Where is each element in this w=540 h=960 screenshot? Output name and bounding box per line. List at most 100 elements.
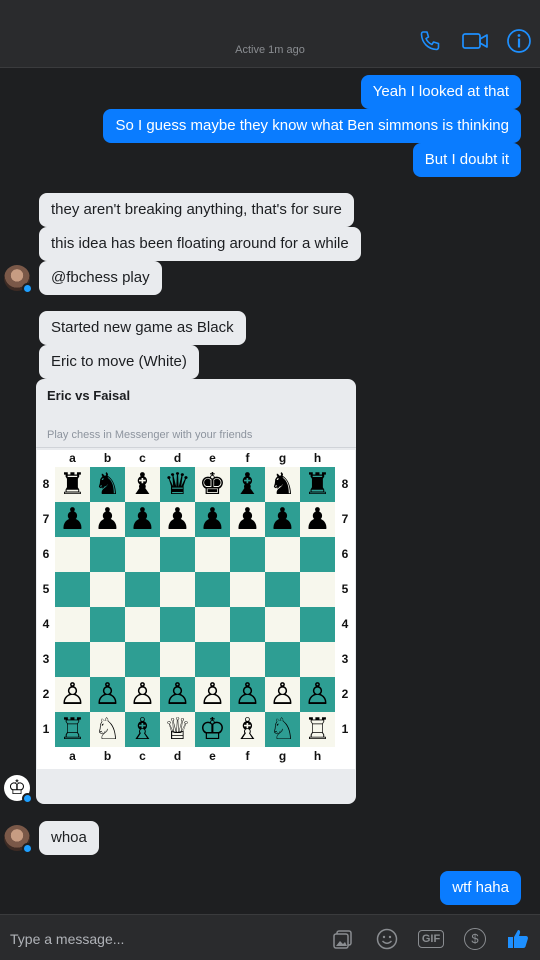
chessboard[interactable]: ♜ ♞ ♝ ♛ ♚ ♝ ♞ ♜ ♟ ♟ ♟ ♟ ♟ ♟ ♟ ♟ ♙ ♙ ♙ ♙ ♙ ♙ ♙ ♙ ♖ ♘ ♗ ♕ ♔ ♗ ♘ ♖ xyxy=(55,467,335,747)
rank-label: 7 xyxy=(42,512,50,526)
board-square-a2[interactable]: ♙ xyxy=(55,677,90,712)
bot-message[interactable]: Eric to move (White) xyxy=(39,345,199,379)
video-camera-icon[interactable] xyxy=(460,26,490,56)
rank-label: 1 xyxy=(42,722,50,736)
board-square-g1[interactable]: ♘ xyxy=(265,712,300,747)
board-square-a3[interactable] xyxy=(55,642,90,677)
outgoing-message[interactable]: But I doubt it xyxy=(412,143,521,177)
chess-bot-avatar[interactable]: ♔ xyxy=(4,775,33,804)
rank-label: 8 xyxy=(42,477,50,491)
like-icon[interactable] xyxy=(506,927,530,951)
board-square-f2[interactable]: ♙ xyxy=(230,677,265,712)
rank-label: 2 xyxy=(42,687,50,701)
sender-avatar[interactable] xyxy=(4,265,33,294)
board-square-a5[interactable] xyxy=(55,572,90,607)
board-square-e1[interactable]: ♔ xyxy=(195,712,230,747)
dollar-icon[interactable]: $ xyxy=(463,927,487,951)
rank-label: 1 xyxy=(341,722,349,736)
board-square-c5[interactable] xyxy=(125,572,160,607)
board-square-e3[interactable] xyxy=(195,642,230,677)
board-square-f3[interactable] xyxy=(230,642,265,677)
board-square-a6[interactable] xyxy=(55,537,90,572)
game-title: Eric vs Faisal xyxy=(47,388,131,403)
board-square-b8[interactable]: ♞ xyxy=(90,467,125,502)
board-square-e7[interactable]: ♟ xyxy=(195,502,230,537)
outgoing-message[interactable]: wtf haha xyxy=(440,871,521,905)
board-square-c7[interactable]: ♟ xyxy=(125,502,160,537)
board-square-f7[interactable]: ♟ xyxy=(230,502,265,537)
board-square-a7[interactable]: ♟ xyxy=(55,502,90,537)
board-square-f6[interactable] xyxy=(230,537,265,572)
board-square-h3[interactable] xyxy=(300,642,335,677)
incoming-message[interactable]: whoa xyxy=(39,821,99,855)
board-square-e6[interactable] xyxy=(195,537,230,572)
board-square-c4[interactable] xyxy=(125,607,160,642)
messenger-badge-icon xyxy=(22,793,33,804)
board-square-d5[interactable] xyxy=(160,572,195,607)
board-square-g6[interactable] xyxy=(265,537,300,572)
board-square-c6[interactable] xyxy=(125,537,160,572)
file-label: d xyxy=(173,749,182,763)
board-square-g2[interactable]: ♙ xyxy=(265,677,300,712)
message-input[interactable]: Type a message... xyxy=(10,931,124,947)
incoming-message[interactable]: @fbchess play xyxy=(39,261,162,295)
board-square-b2[interactable]: ♙ xyxy=(90,677,125,712)
board-square-b5[interactable] xyxy=(90,572,125,607)
board-square-e4[interactable] xyxy=(195,607,230,642)
board-square-d4[interactable] xyxy=(160,607,195,642)
board-square-a1[interactable]: ♖ xyxy=(55,712,90,747)
board-square-c1[interactable]: ♗ xyxy=(125,712,160,747)
board-square-f4[interactable] xyxy=(230,607,265,642)
outgoing-message[interactable]: So I guess maybe they know what Ben simm… xyxy=(103,109,521,143)
board-square-a4[interactable] xyxy=(55,607,90,642)
board-square-g7[interactable]: ♟ xyxy=(265,502,300,537)
board-square-a8[interactable]: ♜ xyxy=(55,467,90,502)
board-square-e8[interactable]: ♚ xyxy=(195,467,230,502)
board-square-d6[interactable] xyxy=(160,537,195,572)
active-status: Active 1m ago xyxy=(235,44,305,56)
board-square-h1[interactable]: ♖ xyxy=(300,712,335,747)
board-square-c2[interactable]: ♙ xyxy=(125,677,160,712)
board-square-g8[interactable]: ♞ xyxy=(265,467,300,502)
chess-game-card[interactable]: Eric vs Faisal Play chess in Messenger w… xyxy=(36,379,356,804)
outgoing-message[interactable]: Yeah I looked at that xyxy=(360,75,521,109)
board-square-b4[interactable] xyxy=(90,607,125,642)
phone-icon[interactable] xyxy=(415,26,445,56)
board-square-h6[interactable] xyxy=(300,537,335,572)
board-square-h4[interactable] xyxy=(300,607,335,642)
board-square-f8[interactable]: ♝ xyxy=(230,467,265,502)
sender-avatar[interactable] xyxy=(4,825,33,854)
rank-labels-right: 8 7 6 5 4 3 2 1 xyxy=(336,467,354,747)
board-square-f5[interactable] xyxy=(230,572,265,607)
board-square-d2[interactable]: ♙ xyxy=(160,677,195,712)
image-icon[interactable] xyxy=(331,927,355,951)
board-square-e2[interactable]: ♙ xyxy=(195,677,230,712)
gif-icon[interactable]: GIF xyxy=(417,927,445,951)
game-subtitle: Play chess in Messenger with your friend… xyxy=(47,429,253,441)
board-square-c3[interactable] xyxy=(125,642,160,677)
board-square-g5[interactable] xyxy=(265,572,300,607)
board-square-h5[interactable] xyxy=(300,572,335,607)
rank-label: 6 xyxy=(42,547,50,561)
board-square-f1[interactable]: ♗ xyxy=(230,712,265,747)
board-square-g4[interactable] xyxy=(265,607,300,642)
incoming-message[interactable]: they aren't breaking anything, that's fo… xyxy=(39,193,354,227)
board-square-b7[interactable]: ♟ xyxy=(90,502,125,537)
board-square-b1[interactable]: ♘ xyxy=(90,712,125,747)
board-square-d8[interactable]: ♛ xyxy=(160,467,195,502)
board-square-h7[interactable]: ♟ xyxy=(300,502,335,537)
board-square-h2[interactable]: ♙ xyxy=(300,677,335,712)
info-icon[interactable] xyxy=(504,26,534,56)
board-square-d1[interactable]: ♕ xyxy=(160,712,195,747)
board-square-e5[interactable] xyxy=(195,572,230,607)
board-square-b3[interactable] xyxy=(90,642,125,677)
board-square-h8[interactable]: ♜ xyxy=(300,467,335,502)
board-square-b6[interactable] xyxy=(90,537,125,572)
emoji-icon[interactable] xyxy=(375,927,399,951)
board-square-c8[interactable]: ♝ xyxy=(125,467,160,502)
bot-message[interactable]: Started new game as Black xyxy=(39,311,246,345)
board-square-d7[interactable]: ♟ xyxy=(160,502,195,537)
incoming-message[interactable]: this idea has been floating around for a… xyxy=(39,227,361,261)
board-square-g3[interactable] xyxy=(265,642,300,677)
board-square-d3[interactable] xyxy=(160,642,195,677)
